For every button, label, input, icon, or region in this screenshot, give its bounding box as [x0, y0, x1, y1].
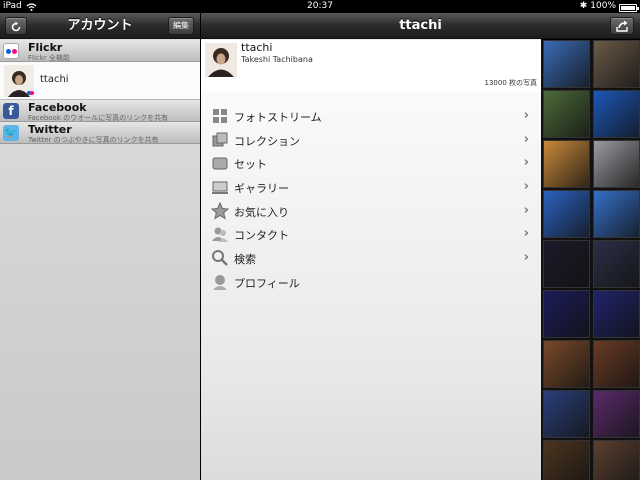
chevron-right-icon: › — [523, 179, 529, 194]
user-name: ttachi — [40, 74, 69, 85]
menu-item-label: ギャラリー — [234, 182, 289, 195]
menu-item-set[interactable]: セット › — [201, 152, 541, 175]
photo-thumbnail[interactable] — [543, 340, 590, 388]
menu-item-search[interactable]: 検索 › — [201, 247, 541, 270]
profile-avatar — [205, 43, 237, 77]
set-icon — [212, 157, 228, 170]
user-title: ttachi — [399, 18, 442, 33]
chevron-right-icon: › — [523, 250, 529, 265]
app-window: iPad 20:37 ✱ 100% アカウント 編集 Flickr Flickr… — [0, 0, 640, 480]
accounts-pane: アカウント 編集 Flickr Flickr 全機能 ttachi f Face… — [0, 13, 200, 480]
photo-thumbnail[interactable] — [593, 90, 640, 138]
battery-icon — [619, 3, 639, 12]
menu-item-contacts[interactable]: コンタクト › — [201, 223, 541, 246]
chevron-right-icon: › — [523, 155, 529, 170]
search-icon — [212, 250, 228, 266]
menu-item-photostream[interactable]: フォトストリーム › — [201, 105, 541, 128]
contacts-icon — [212, 227, 228, 242]
twitter-icon: 🐦 — [3, 125, 19, 141]
user-detail-pane: ttachi ttachi Takeshi Tachibana 13000 枚の… — [201, 13, 640, 480]
accounts-nav-bar: アカウント 編集 — [0, 13, 200, 39]
user-nav-bar: ttachi — [201, 13, 640, 39]
photo-thumbnail[interactable] — [593, 240, 640, 288]
share-icon — [616, 20, 628, 32]
menu-item-label: コンタクト — [234, 229, 289, 242]
flickr-icon — [3, 43, 19, 59]
menu-item-label: お気に入り — [234, 206, 289, 219]
menu-item-label: コレクション — [234, 135, 300, 148]
photo-thumbnail[interactable] — [543, 140, 590, 188]
menu-item-star[interactable]: お気に入り › — [201, 200, 541, 223]
clock: 20:37 — [307, 1, 333, 11]
gallery-icon — [212, 181, 228, 194]
photo-thumbnail[interactable] — [543, 40, 590, 88]
chevron-right-icon: › — [523, 203, 529, 218]
menu-item-label: プロフィール — [234, 277, 300, 290]
profile-username: ttachi — [241, 41, 273, 54]
menu-list: フォトストリーム › コレクション › セット › ギャラリー › お気に入り › コンタクト › 検索… — [201, 92, 541, 480]
photo-thumbnail[interactable] — [543, 440, 590, 480]
menu-item-gallery[interactable]: ギャラリー › — [201, 176, 541, 199]
photostream-icon — [213, 109, 227, 123]
photo-thumbnail[interactable] — [593, 190, 640, 238]
account-row-twitter[interactable]: 🐦 Twitter Twitter のつぶやきに写真のリンクを共有 — [0, 122, 200, 144]
profile-fullname: Takeshi Tachibana — [241, 55, 313, 64]
chevron-right-icon: › — [523, 132, 529, 147]
menu-item-collection[interactable]: コレクション › — [201, 129, 541, 152]
menu-item-label: 検索 — [234, 253, 256, 266]
photo-thumbnail-strip — [541, 40, 640, 480]
account-row-facebook[interactable]: f Facebook Facebook のウオールに写真のリンクを共有 — [0, 100, 200, 122]
collection-icon — [212, 132, 228, 147]
menu-item-profile[interactable]: プロフィール — [201, 271, 541, 294]
profile-icon — [213, 275, 227, 290]
menu-item-label: セット — [234, 158, 267, 171]
menu-item-label: フォトストリーム — [234, 111, 322, 124]
photo-thumbnail[interactable] — [543, 240, 590, 288]
bluetooth-icon: ✱ — [579, 1, 588, 11]
share-button[interactable] — [610, 17, 634, 35]
photo-thumbnail[interactable] — [543, 390, 590, 438]
photo-thumbnail[interactable] — [593, 440, 640, 480]
star-icon — [211, 202, 229, 220]
photo-count: 13000 枚の写真 — [484, 79, 538, 87]
account-row-flickr[interactable]: Flickr Flickr 全機能 — [0, 40, 200, 62]
account-list: Flickr Flickr 全機能 ttachi f Facebook Face… — [0, 40, 200, 144]
photo-thumbnail[interactable] — [593, 340, 640, 388]
photo-thumbnail[interactable] — [593, 290, 640, 338]
flickr-user-row[interactable]: ttachi — [0, 62, 200, 100]
chevron-right-icon: › — [523, 226, 529, 241]
chevron-right-icon: › — [523, 108, 529, 123]
user-avatar — [4, 65, 34, 97]
facebook-icon: f — [3, 103, 19, 119]
photo-thumbnail[interactable] — [593, 140, 640, 188]
status-bar: iPad 20:37 ✱ 100% — [0, 0, 640, 13]
battery-percent: 100% — [590, 1, 616, 11]
photo-thumbnail[interactable] — [593, 40, 640, 88]
photo-thumbnail[interactable] — [543, 190, 590, 238]
photo-thumbnail[interactable] — [543, 90, 590, 138]
photo-thumbnail[interactable] — [543, 290, 590, 338]
edit-button[interactable]: 編集 — [168, 17, 194, 35]
account-description: Twitter のつぶやきに写真のリンクを共有 — [28, 136, 159, 144]
photo-thumbnail[interactable] — [593, 390, 640, 438]
profile-header: ttachi Takeshi Tachibana 13000 枚の写真 — [201, 40, 541, 92]
